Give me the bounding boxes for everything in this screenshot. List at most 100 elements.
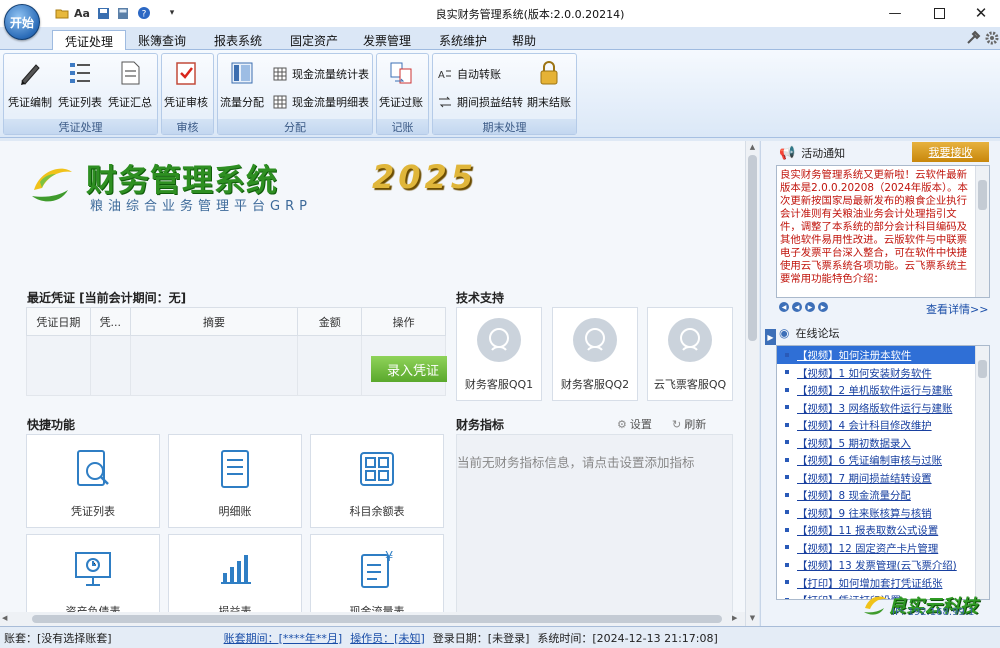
main-horizontal-scrollbar[interactable]: ◀ ▶ (0, 612, 745, 626)
status-operator[interactable]: 操作员：[未知] (350, 630, 425, 646)
presentation-clock-icon (71, 547, 115, 591)
flow-allocation-label: 流量分配 (220, 96, 264, 109)
columns-icon (227, 58, 257, 88)
indicator-refresh-label: 刷新 (684, 418, 707, 431)
start-button[interactable]: 开始 (4, 4, 40, 40)
forum-item[interactable]: 【视频】2 单机版软件运行与建账 (777, 381, 989, 399)
close-button[interactable]: ✕ (968, 3, 994, 23)
support-card-label: 云飞票客服QQ (653, 378, 727, 391)
maximize-button[interactable] (926, 3, 952, 23)
indicator-settings-button[interactable]: ⚙ 设置 (617, 416, 652, 432)
notice-more-link[interactable]: 查看详情>> (926, 301, 988, 317)
forum-item-label: 【视频】13 发票管理(云飞票介绍) (797, 560, 957, 573)
period-close-button[interactable]: 期末结账 (527, 58, 571, 110)
search-doc-icon (71, 447, 115, 491)
ribbon-group-allocation: 流量分配 现金流量统计表 现金流量明细表 分配 (217, 53, 373, 135)
first-page-icon[interactable]: ◀ (779, 302, 789, 312)
forum-item[interactable]: 【视频】4 会计科目修改维护 (777, 416, 989, 434)
voucher-create-button[interactable]: 凭证编制 (8, 58, 52, 110)
pl-carryover-button[interactable]: 期间损益结转 (437, 94, 523, 110)
voucher-summary-button[interactable]: 凭证汇总 (108, 58, 152, 110)
scroll-left-icon[interactable]: ◀ (2, 614, 7, 622)
font-icon[interactable]: Aa (74, 5, 90, 21)
scroll-down-icon[interactable]: ▼ (747, 614, 758, 624)
forum-item[interactable]: 【视频】13 发票管理(云飞票介绍) (777, 556, 989, 574)
bullet-icon (785, 562, 789, 567)
support-card-qq1[interactable]: 财务客服QQ1 (456, 307, 542, 401)
quick-tile-label: 科目余额表 (349, 505, 405, 518)
notice-scroll-thumb[interactable] (978, 180, 987, 210)
main-vertical-scrollbar[interactable]: ▲ ▼ (745, 141, 759, 626)
tools-icon[interactable] (965, 30, 981, 46)
cashflow-stat-button[interactable]: 现金流量统计表 (272, 66, 369, 82)
tab-fixed-assets[interactable]: 固定资产 (278, 31, 350, 49)
forum-item[interactable]: 【视频】6 凭证编制审核与过账 (777, 451, 989, 469)
support-card-yunfeipiao[interactable]: 云飞票客服QQ (647, 307, 733, 401)
minimize-button[interactable]: — (882, 3, 908, 23)
forum-icon: ◉ (779, 326, 790, 340)
status-period[interactable]: 账套期间：[****年**月] (224, 630, 343, 646)
forum-item[interactable]: 【视频】11 报表取数公式设置 (777, 521, 989, 539)
forum-item[interactable]: 【视频】8 现金流量分配 (777, 486, 989, 504)
calculator-icon[interactable] (115, 5, 131, 21)
forum-item[interactable]: 【视频】12 固定资产卡片管理 (777, 539, 989, 557)
enter-voucher-button[interactable]: 录入凭证 (371, 356, 447, 382)
tab-invoices[interactable]: 发票管理 (351, 31, 423, 49)
next-page-icon[interactable]: ▶ (805, 302, 815, 312)
forum-scroll-thumb[interactable] (978, 360, 987, 378)
forum-item[interactable]: 【视频】5 期初数据录入 (777, 434, 989, 452)
ledger-doc-icon (213, 447, 257, 491)
last-page-icon[interactable]: ▶ (818, 302, 828, 312)
voucher-post-button[interactable]: 凭证过账 (379, 58, 423, 110)
voucher-audit-button[interactable]: 凭证审核 (164, 58, 208, 110)
scroll-up-icon[interactable]: ▲ (747, 143, 758, 153)
forum-item[interactable]: 【视频】1 如何安装财务软件 (777, 364, 989, 382)
group-label-allocation: 分配 (218, 119, 372, 134)
refresh-icon: ↻ (672, 417, 682, 431)
qq-avatar-icon (477, 318, 521, 362)
quick-detail-ledger[interactable]: 明细账 (168, 434, 302, 528)
scroll-thumb[interactable] (748, 155, 757, 341)
col-amount: 金额 (297, 307, 363, 336)
indicator-refresh-button[interactable]: ↻ 刷新 (672, 416, 706, 432)
forum-item[interactable]: 【视频】3 网络版软件运行与建账 (777, 399, 989, 417)
customize-dropdown-icon[interactable]: ▾ (164, 5, 180, 21)
tab-ledger[interactable]: 账簿查询 (126, 31, 198, 49)
notice-box: 良实财务管理系统又更新啦！云软件最新版本是2.0.0.20208（2024年版本… (776, 165, 990, 298)
summary-doc-icon (115, 58, 145, 88)
support-card-qq2[interactable]: 财务客服QQ2 (552, 307, 638, 401)
forum-item[interactable]: 【视频】如何注册本软件 (777, 346, 989, 364)
quick-voucher-list[interactable]: 凭证列表 (26, 434, 160, 528)
help-icon[interactable]: ? (136, 5, 152, 21)
logo-mark-icon (32, 168, 72, 202)
save-icon[interactable] (95, 5, 111, 21)
forum-item-label: 【视频】7 期间损益结转设置 (797, 472, 932, 485)
forum-item[interactable]: 【视频】7 期间损益结转设置 (777, 469, 989, 487)
title-bar: Aa ? ▾ 良实财务管理系统(版本:2.0.0.20214) — ✕ (0, 0, 1000, 27)
voucher-list-button[interactable]: 凭证列表 (58, 58, 102, 110)
receive-notice-button[interactable]: 我要接收 (912, 142, 989, 162)
open-folder-icon[interactable] (54, 5, 70, 21)
group-label-audit: 审核 (162, 119, 213, 134)
brand-mark-icon (864, 596, 887, 615)
collapse-panel-icon[interactable]: ▶ (765, 329, 776, 345)
prev-page-icon[interactable]: ◀ (792, 302, 802, 312)
cashflow-detail-button[interactable]: 现金流量明细表 (272, 94, 369, 110)
quick-tile-label: 凭证列表 (71, 505, 115, 518)
tab-system[interactable]: 系统维护 (427, 31, 499, 49)
scroll-right-icon[interactable]: ▶ (732, 614, 737, 622)
hscroll-thumb[interactable] (32, 615, 722, 623)
tab-help[interactable]: 帮助 (500, 31, 548, 49)
bullet-icon (785, 457, 789, 462)
forum-scrollbar[interactable] (975, 346, 989, 599)
tab-reports[interactable]: 报表系统 (202, 31, 274, 49)
settings-gear-icon[interactable] (984, 30, 1000, 46)
indicator-settings-label: 设置 (629, 418, 652, 431)
flow-allocation-button[interactable]: 流量分配 (220, 58, 264, 110)
forum-item[interactable]: 【打印】如何增加套打凭证纸张 (777, 574, 989, 592)
forum-item[interactable]: 【视频】9 往来账核算与核销 (777, 504, 989, 522)
quick-account-balance[interactable]: 科目余额表 (310, 434, 444, 528)
notice-scrollbar[interactable] (975, 166, 989, 297)
auto-transfer-button[interactable]: A 自动转账 (437, 66, 501, 82)
tab-voucher[interactable]: 凭证处理 (52, 30, 127, 51)
